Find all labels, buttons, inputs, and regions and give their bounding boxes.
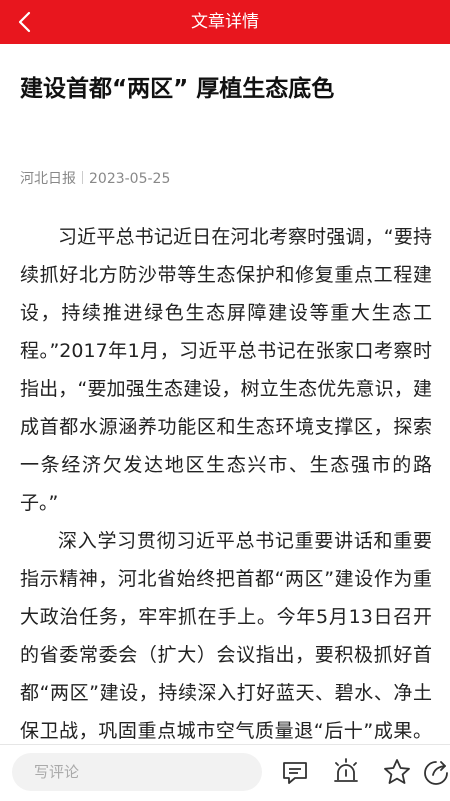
comment-icon[interactable] (280, 757, 310, 787)
article-source: 河北日报 (20, 171, 76, 187)
article-date: 2023-05-25 (89, 171, 171, 187)
article-content[interactable]: 建设首都“两区” 厚植生态底色 河北日报 2023-05-25 习近平总书记近日在… (0, 44, 450, 744)
comment-input[interactable] (12, 753, 262, 791)
article-paragraph: 深入学习贯彻习近平总书记重要讲话和重要指示精神，河北省始终把首都“两区”建设作为… (20, 530, 432, 742)
page-title: 文章详情 (191, 12, 259, 32)
article-body: 习近平总书记近日在河北考察时强调，“要持续抓好北方防沙带等生态保护和修复重点工程… (20, 218, 432, 744)
top-bar: 文章详情 (0, 0, 450, 44)
article-paragraph: 习近平总书记近日在河北考察时强调，“要持续抓好北方防沙带等生态保护和修复重点工程… (20, 226, 432, 514)
alert-icon[interactable] (331, 757, 361, 787)
star-icon[interactable] (382, 757, 412, 787)
bottom-bar (0, 744, 450, 801)
meta-divider (82, 171, 83, 184)
share-icon[interactable] (421, 757, 450, 787)
article-title: 建设首都“两区” 厚植生态底色 (20, 76, 335, 102)
article-meta: 河北日报 2023-05-25 (20, 168, 170, 188)
